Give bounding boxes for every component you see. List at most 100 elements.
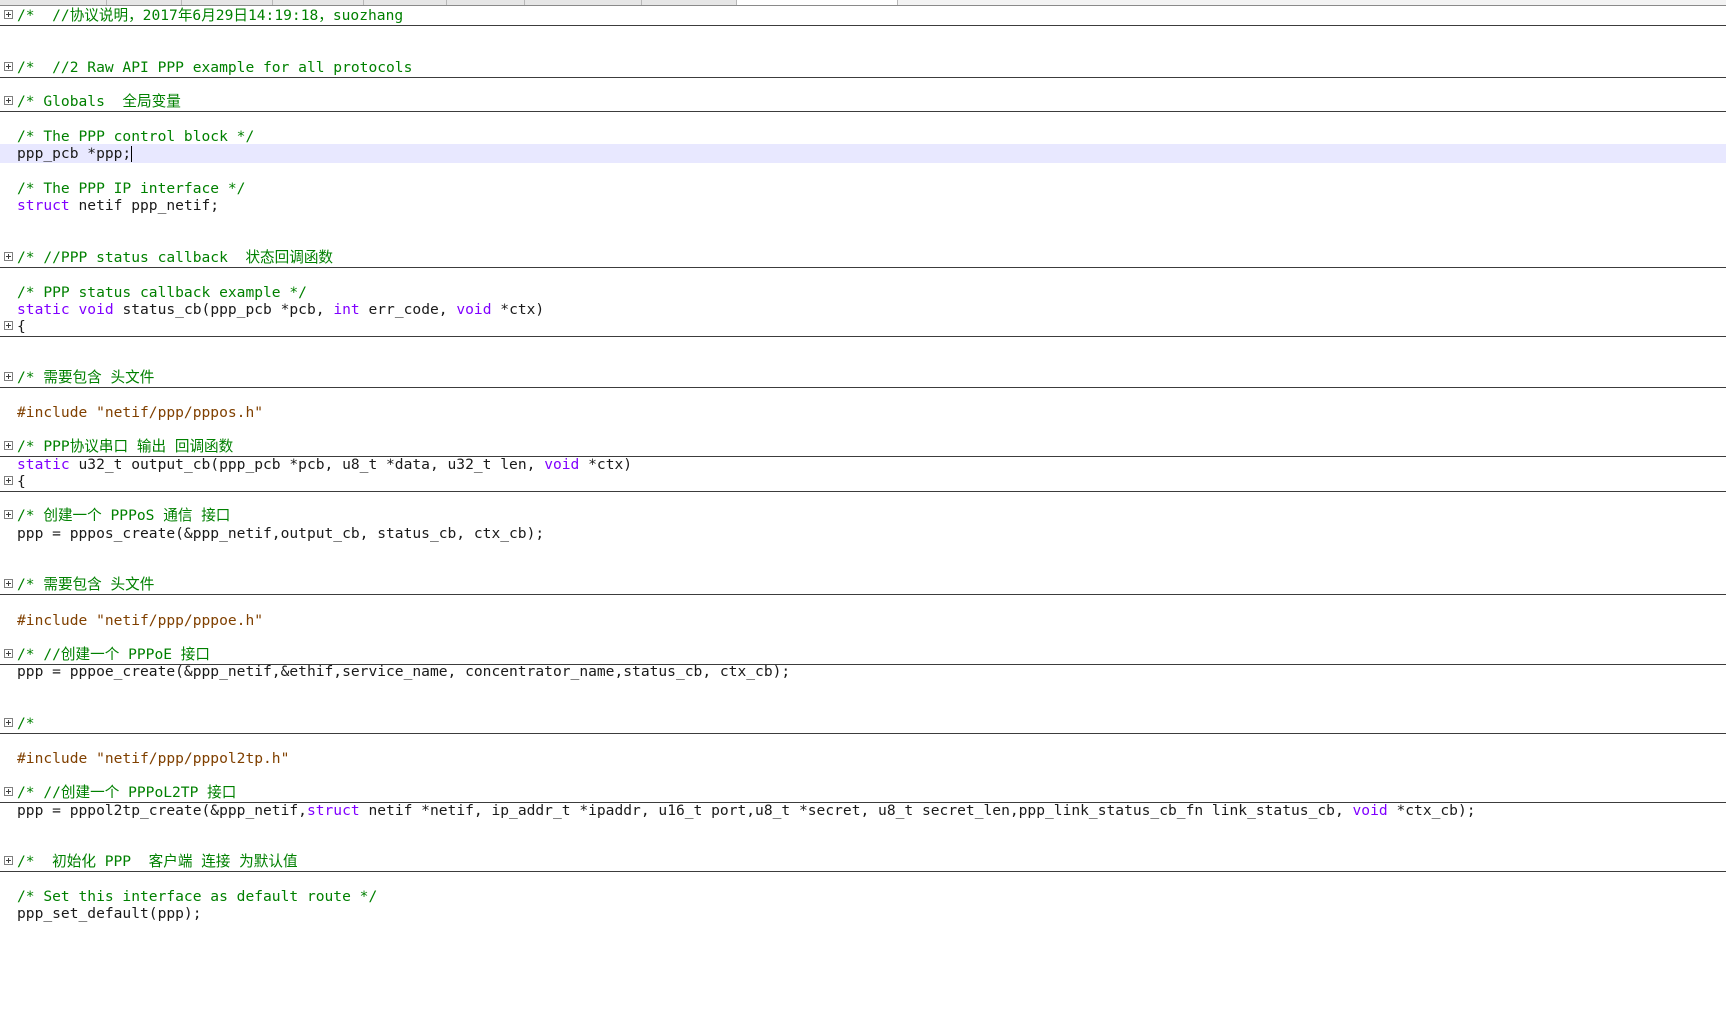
code-line[interactable]: ppp_pcb *ppp; xyxy=(0,144,1726,163)
code-token: { xyxy=(17,318,26,335)
code-line[interactable]: ppp = pppos_create(&ppp_netif,output_cb,… xyxy=(0,524,1726,543)
code-token: netif ppp_netif; xyxy=(69,197,220,214)
code-token: /* PPP协议串口 输出 回调函数 xyxy=(17,438,234,455)
fold-expand-icon[interactable] xyxy=(4,718,13,727)
code-text: #include "netif/ppp/pppol2tp.h" xyxy=(17,749,289,768)
tab[interactable] xyxy=(273,0,364,5)
code-token: ppp_set_default(ppp); xyxy=(17,905,202,922)
code-line[interactable]: ppp = pppol2tp_create(&ppp_netif,struct … xyxy=(0,801,1726,820)
code-text: ppp = pppoe_create(&ppp_netif,&ethif,ser… xyxy=(17,662,790,681)
fold-expand-icon[interactable] xyxy=(4,441,13,450)
tab-active[interactable] xyxy=(737,0,898,5)
code-text: ppp = pppos_create(&ppp_netif,output_cb,… xyxy=(17,524,544,543)
code-line[interactable]: struct netif ppp_netif; xyxy=(0,196,1726,215)
fold-expand-icon[interactable] xyxy=(4,579,13,588)
code-line[interactable]: #include "netif/ppp/pppos.h" xyxy=(0,403,1726,422)
tab[interactable] xyxy=(0,0,107,5)
code-token: #include "netif/ppp/pppol2tp.h" xyxy=(17,750,290,767)
code-token: /* PPP status callback example */ xyxy=(17,284,307,301)
code-token: /* //PPP status callback 状态回调函数 xyxy=(17,249,334,266)
fold-expand-icon[interactable] xyxy=(4,96,13,105)
fold-expand-icon[interactable] xyxy=(4,372,13,381)
fold-expand-icon[interactable] xyxy=(4,787,13,796)
fold-expand-icon[interactable] xyxy=(4,321,13,330)
code-token: /* xyxy=(17,715,35,732)
tab[interactable] xyxy=(107,0,182,5)
code-text: /* 创建一个 PPPoS 通信 接口 xyxy=(17,506,230,525)
tab[interactable] xyxy=(525,0,642,5)
code-token: void xyxy=(78,301,114,318)
code-token: /* 初始化 PPP 客户端 连接 为默认值 xyxy=(17,853,298,870)
code-token: #include "netif/ppp/pppoe.h" xyxy=(17,612,264,629)
code-line[interactable]: /* 需要包含 头文件 xyxy=(0,575,1726,595)
code-token: ppp = pppos_create(&ppp_netif,output_cb,… xyxy=(17,525,545,542)
code-token: /* //协议说明，2017年6月29日14:19:18，suozhang xyxy=(17,7,404,24)
code-token: void xyxy=(456,301,492,318)
code-line[interactable]: /* Globals 全局变量 xyxy=(0,92,1726,112)
code-line[interactable]: /* //创建一个 PPPoL2TP 接口 xyxy=(0,783,1726,803)
code-line[interactable]: ppp_set_default(ppp); xyxy=(0,904,1726,923)
code-token: *ctx) xyxy=(491,301,545,318)
code-editor[interactable]: /* //协议说明，2017年6月29日14:19:18，suozhang /* … xyxy=(0,6,1726,1029)
code-text: /* 需要包含 头文件 xyxy=(17,368,154,387)
code-token: struct xyxy=(306,802,360,819)
code-text: /* //协议说明，2017年6月29日14:19:18，suozhang xyxy=(17,6,403,25)
code-text: #include "netif/ppp/pppos.h" xyxy=(17,403,263,422)
fold-expand-icon[interactable] xyxy=(4,476,13,485)
code-token: /* 创建一个 PPPoS 通信 接口 xyxy=(17,507,231,524)
code-token: *ctx) xyxy=(579,456,633,473)
code-line[interactable]: { xyxy=(0,317,1726,337)
code-token: ppp_pcb *ppp; xyxy=(17,145,132,162)
code-line[interactable]: /* 需要包含 头文件 xyxy=(0,368,1726,388)
code-token: netif *netif, ip_addr_t *ipaddr, u16_t p… xyxy=(359,802,1353,819)
code-line[interactable]: /* //协议说明，2017年6月29日14:19:18，suozhang xyxy=(0,6,1726,26)
code-token: /* Set this interface as default route *… xyxy=(17,888,378,905)
fold-expand-icon[interactable] xyxy=(4,62,13,71)
code-line[interactable]: { xyxy=(0,472,1726,492)
code-text: /* xyxy=(17,714,35,733)
code-text: struct netif ppp_netif; xyxy=(17,196,219,215)
code-line[interactable]: /* 初始化 PPP 客户端 连接 为默认值 xyxy=(0,852,1726,872)
code-token: err_code, xyxy=(359,301,457,318)
code-token: /* 需要包含 头文件 xyxy=(17,369,155,386)
code-text: /* Globals 全局变量 xyxy=(17,92,181,111)
code-text: /* //PPP status callback 状态回调函数 xyxy=(17,248,333,267)
code-line[interactable]: ppp = pppoe_create(&ppp_netif,&ethif,ser… xyxy=(0,662,1726,681)
code-line[interactable]: /* //2 Raw API PPP example for all proto… xyxy=(0,58,1726,78)
fold-expand-icon[interactable] xyxy=(4,10,13,19)
code-token: /* The PPP IP interface */ xyxy=(17,180,246,197)
code-line[interactable]: /* xyxy=(0,714,1726,734)
code-token: /* //2 Raw API PPP example for all proto… xyxy=(17,59,413,76)
code-token: void xyxy=(544,456,580,473)
tab[interactable] xyxy=(447,0,525,5)
code-line[interactable]: /* PPP协议串口 输出 回调函数 xyxy=(0,437,1726,457)
code-line[interactable]: #include "netif/ppp/pppol2tp.h" xyxy=(0,749,1726,768)
code-token: int xyxy=(333,301,360,318)
code-token: void xyxy=(1352,802,1388,819)
code-line[interactable]: /* //PPP status callback 状态回调函数 xyxy=(0,248,1726,268)
tab[interactable] xyxy=(364,0,447,5)
code-token: static xyxy=(17,301,70,318)
code-token: { xyxy=(17,473,26,490)
code-text: { xyxy=(17,472,26,491)
code-token: /* 需要包含 头文件 xyxy=(17,576,155,593)
fold-expand-icon[interactable] xyxy=(4,252,13,261)
code-text: ppp_set_default(ppp); xyxy=(17,904,202,923)
tab[interactable] xyxy=(642,0,737,5)
code-line[interactable]: #include "netif/ppp/pppoe.h" xyxy=(0,611,1726,630)
code-line[interactable]: /* 创建一个 PPPoS 通信 接口 xyxy=(0,506,1726,525)
code-text: /* 需要包含 头文件 xyxy=(17,575,154,594)
code-text: { xyxy=(17,317,26,336)
fold-expand-icon[interactable] xyxy=(4,649,13,658)
code-token: u32_t output_cb(ppp_pcb *pcb, u8_t *data… xyxy=(69,456,545,473)
tab[interactable] xyxy=(182,0,273,5)
code-text: /* 初始化 PPP 客户端 连接 为默认值 xyxy=(17,852,298,871)
fold-expand-icon[interactable] xyxy=(4,856,13,865)
code-text: #include "netif/ppp/pppoe.h" xyxy=(17,611,263,630)
code-token: struct xyxy=(17,197,70,214)
text-cursor xyxy=(131,146,133,162)
fold-expand-icon[interactable] xyxy=(4,510,13,519)
code-text: /* PPP协议串口 输出 回调函数 xyxy=(17,437,233,456)
code-token: status_cb(ppp_pcb *pcb, xyxy=(113,301,334,318)
